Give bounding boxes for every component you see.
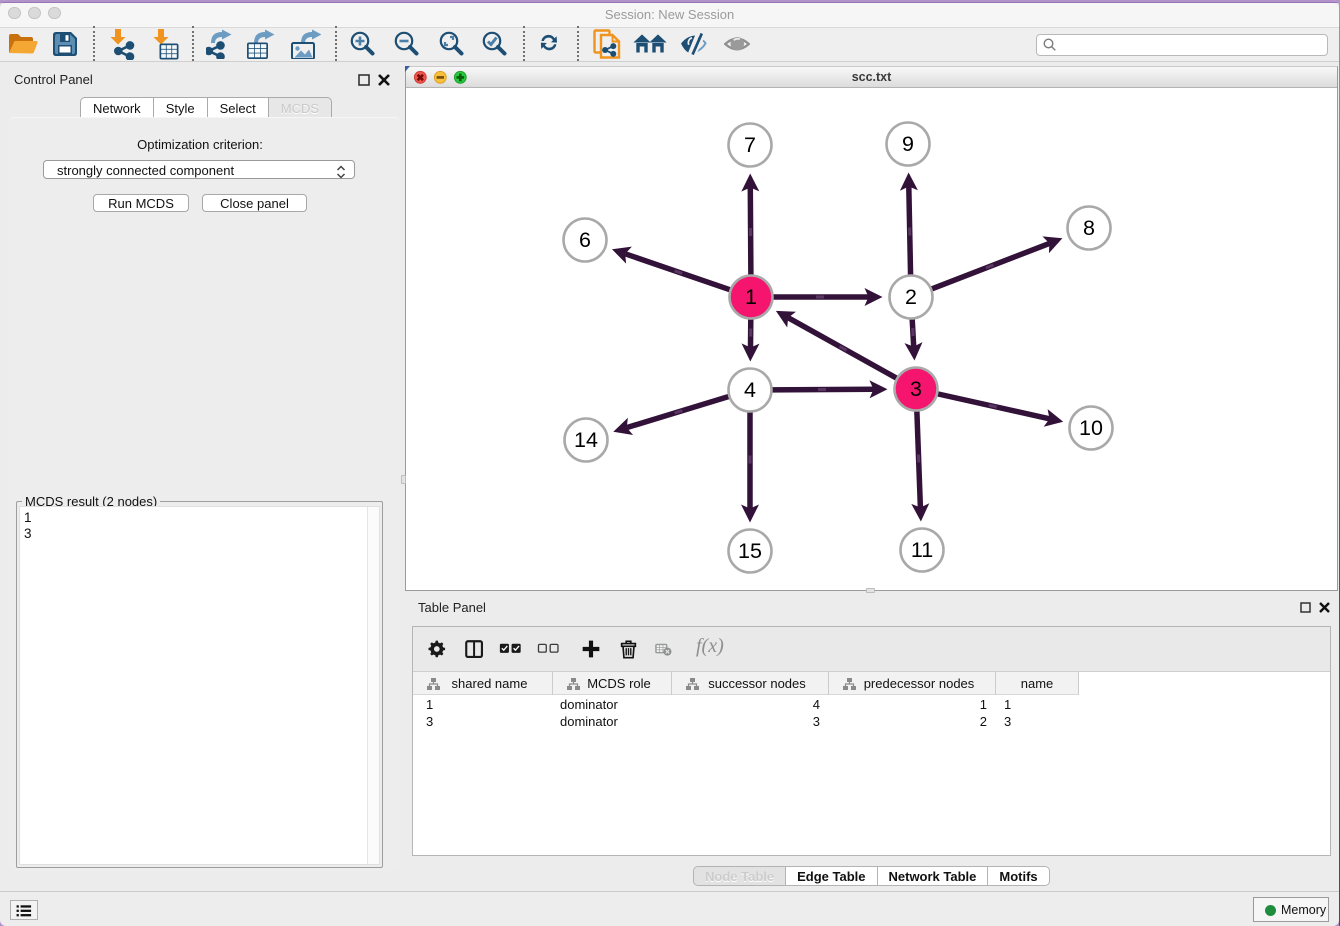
svg-text:10: 10 bbox=[1079, 416, 1103, 440]
svg-text:3: 3 bbox=[910, 377, 922, 401]
svg-text:2: 2 bbox=[905, 285, 917, 309]
svg-text:4: 4 bbox=[744, 378, 756, 402]
svg-text:14: 14 bbox=[574, 428, 598, 452]
svg-text:8: 8 bbox=[1083, 216, 1095, 240]
svg-text:7: 7 bbox=[744, 133, 756, 157]
svg-text:1: 1 bbox=[745, 285, 757, 309]
svg-text:15: 15 bbox=[738, 539, 762, 563]
svg-text:6: 6 bbox=[579, 228, 591, 252]
svg-text:9: 9 bbox=[902, 132, 914, 156]
svg-text:11: 11 bbox=[911, 538, 933, 562]
